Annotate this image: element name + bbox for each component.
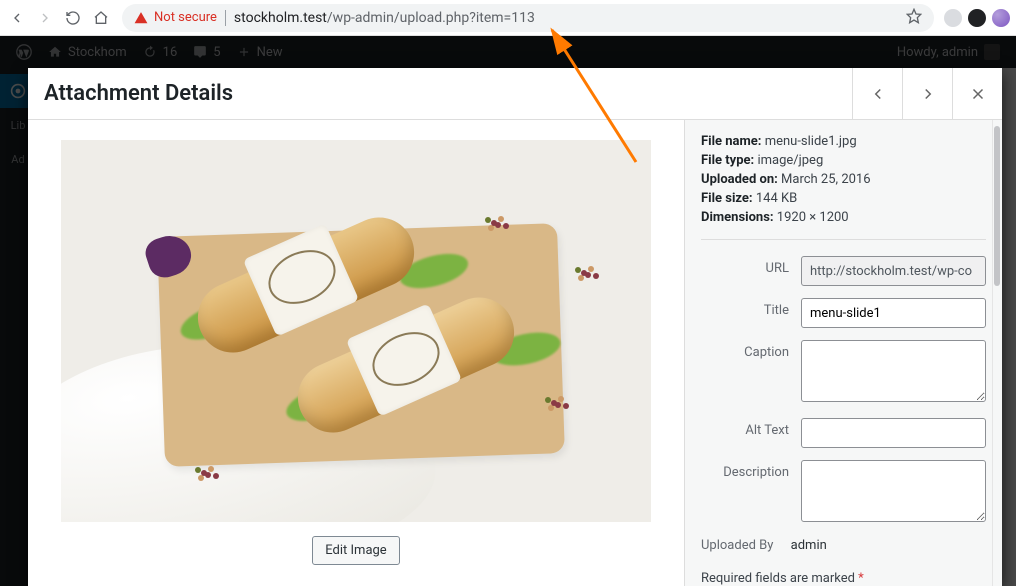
browser-toolbar: Not secure stockholm.test/wp-admin/uploa… bbox=[0, 0, 1016, 36]
prev-attachment-button[interactable] bbox=[852, 68, 902, 120]
back-button[interactable] bbox=[6, 7, 28, 29]
details-scrollbar[interactable] bbox=[992, 120, 1002, 586]
meta-dimensions: Dimensions: 1920 × 1200 bbox=[701, 210, 986, 225]
attachment-details-modal: Attachment Details Edit Image File name:… bbox=[28, 68, 1002, 586]
home-button[interactable] bbox=[90, 7, 112, 29]
alt-text-field[interactable] bbox=[801, 418, 986, 448]
scrollbar-thumb[interactable] bbox=[994, 126, 1000, 286]
modal-title: Attachment Details bbox=[28, 81, 852, 106]
uploaded-by-row: Uploaded By admin bbox=[701, 538, 986, 553]
edit-image-button[interactable]: Edit Image bbox=[312, 536, 399, 565]
title-field[interactable] bbox=[801, 298, 986, 328]
modal-header: Attachment Details bbox=[28, 68, 1002, 120]
title-label: Title bbox=[701, 298, 801, 318]
meta-file-name: File name: menu-slide1.jpg bbox=[701, 134, 986, 149]
divider bbox=[701, 239, 986, 240]
warning-icon bbox=[134, 11, 148, 25]
uploaded-by-label: Uploaded By bbox=[701, 538, 773, 553]
url-host: stockholm.test bbox=[234, 10, 327, 26]
extension-icon[interactable] bbox=[944, 9, 962, 27]
extension-icon[interactable] bbox=[968, 9, 986, 27]
meta-file-type: File type: image/jpeg bbox=[701, 153, 986, 168]
reload-button[interactable] bbox=[62, 7, 84, 29]
url-divider bbox=[225, 10, 226, 26]
close-modal-button[interactable] bbox=[952, 68, 1002, 120]
url-path: /wp-admin/upload.php?item=113 bbox=[327, 10, 535, 26]
forward-button[interactable] bbox=[34, 7, 56, 29]
modal-body: Edit Image File name: menu-slide1.jpg Fi… bbox=[28, 120, 1002, 586]
caption-label: Caption bbox=[701, 340, 801, 360]
attachment-image bbox=[61, 140, 651, 522]
description-label: Description bbox=[701, 460, 801, 480]
url-text: stockholm.test/wp-admin/upload.php?item=… bbox=[234, 10, 898, 26]
attachment-preview-pane: Edit Image bbox=[28, 120, 684, 586]
address-bar[interactable]: Not secure stockholm.test/wp-admin/uploa… bbox=[122, 4, 934, 32]
uploaded-by-value: admin bbox=[791, 538, 827, 553]
caption-field[interactable] bbox=[801, 340, 986, 402]
url-field[interactable] bbox=[801, 256, 986, 286]
required-fields-note: Required fields are marked * bbox=[701, 571, 986, 586]
alt-text-label: Alt Text bbox=[701, 418, 801, 438]
attachment-details-pane: File name: menu-slide1.jpg File type: im… bbox=[684, 120, 1002, 586]
profile-avatar-icon[interactable] bbox=[992, 9, 1010, 27]
next-attachment-button[interactable] bbox=[902, 68, 952, 120]
meta-uploaded-on: Uploaded on: March 25, 2016 bbox=[701, 172, 986, 187]
not-secure-label: Not secure bbox=[154, 10, 217, 25]
meta-file-size: File size: 144 KB bbox=[701, 191, 986, 206]
not-secure-indicator: Not secure bbox=[134, 10, 217, 25]
description-field[interactable] bbox=[801, 460, 986, 522]
url-label: URL bbox=[701, 256, 801, 276]
bookmark-star-icon[interactable] bbox=[906, 8, 922, 28]
